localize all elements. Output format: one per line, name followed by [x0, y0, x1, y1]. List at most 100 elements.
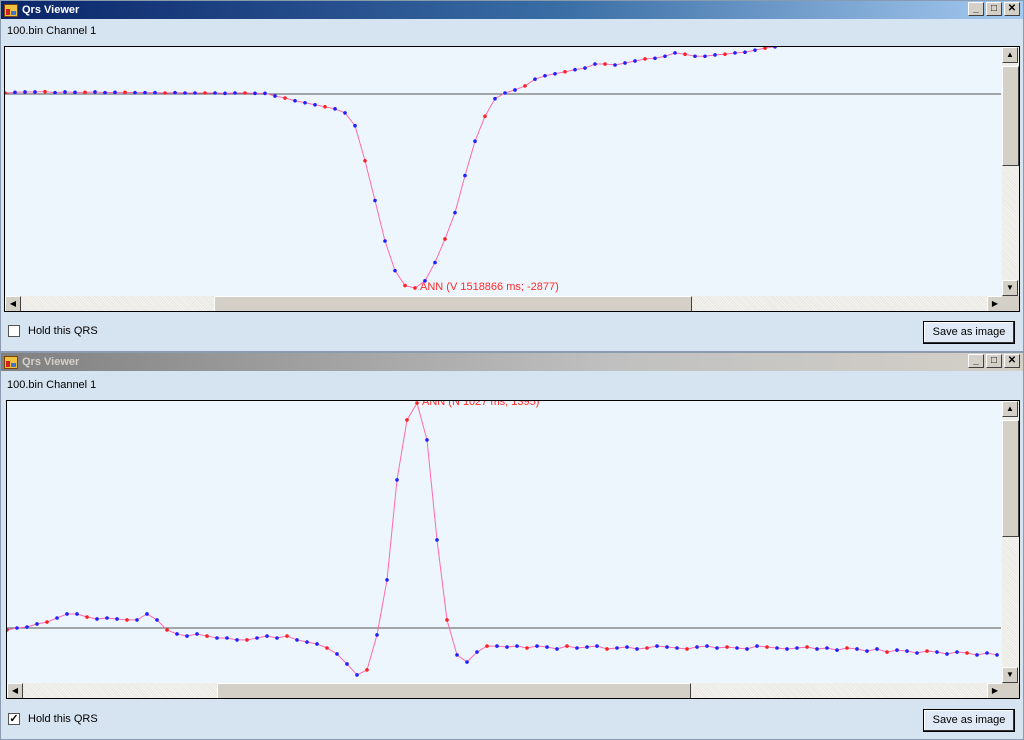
- horizontal-scrollbar[interactable]: ◀ ▶: [7, 683, 1003, 698]
- checkbox-box[interactable]: ✓: [8, 713, 20, 725]
- sample-point: [303, 100, 307, 105]
- sample-point: [13, 90, 17, 95]
- qrs-viewer-window-2: Qrs Viewer _ □ ✕ 100.bin Channel 1 ANN (…: [0, 352, 1024, 740]
- horizontal-scroll-thumb[interactable]: [214, 296, 692, 311]
- sample-point: [723, 52, 727, 57]
- sample-point: [523, 84, 527, 88]
- sample-point: [53, 90, 57, 95]
- sample-point: [143, 90, 147, 95]
- sample-point: [705, 644, 709, 648]
- scroll-right-button[interactable]: ▶: [987, 296, 1003, 311]
- sample-point: [235, 638, 239, 642]
- vertical-scroll-thumb[interactable]: [1002, 420, 1019, 537]
- file-channel-label: 100.bin Channel 1: [7, 25, 97, 37]
- horizontal-scroll-thumb[interactable]: [217, 683, 691, 698]
- sample-point: [333, 107, 337, 111]
- scroll-left-button[interactable]: ◀: [7, 683, 23, 698]
- sample-point: [553, 71, 557, 76]
- title-bar[interactable]: Qrs Viewer _ □ ✕: [1, 353, 1023, 371]
- sample-point: [743, 50, 747, 54]
- sample-point: [755, 644, 759, 648]
- scroll-down-button[interactable]: ▼: [1002, 667, 1018, 683]
- sample-point: [773, 47, 777, 49]
- sample-point: [245, 638, 249, 642]
- sample-point: [473, 139, 477, 144]
- scroll-up-button[interactable]: ▲: [1002, 401, 1018, 417]
- sample-point: [385, 578, 389, 582]
- minimize-button[interactable]: _: [968, 2, 984, 16]
- sample-point: [665, 645, 669, 649]
- horizontal-scrollbar[interactable]: ◀ ▶: [5, 296, 1003, 311]
- sample-point: [965, 651, 969, 655]
- sample-point: [593, 62, 597, 66]
- sample-point: [103, 90, 107, 95]
- sample-point: [603, 62, 607, 66]
- vertical-scroll-thumb[interactable]: [1002, 66, 1019, 166]
- sample-point: [725, 645, 729, 649]
- vertical-scrollbar[interactable]: ▲ ▼: [1002, 401, 1019, 683]
- sample-point: [335, 652, 339, 656]
- scroll-left-button[interactable]: ◀: [5, 296, 21, 311]
- sample-point: [525, 646, 529, 650]
- sample-point: [295, 638, 299, 642]
- sample-point: [685, 647, 689, 651]
- sample-point: [895, 648, 899, 652]
- sample-point: [35, 622, 39, 626]
- waveform-trace: [7, 401, 998, 676]
- sample-point: [443, 237, 447, 241]
- sample-point: [713, 53, 717, 57]
- annotation-label: ANN (N 1027 ms; 1395): [422, 400, 540, 408]
- sample-point: [265, 634, 269, 638]
- qrs-waveform-plot: [7, 401, 1001, 677]
- sample-point: [313, 102, 317, 107]
- sample-point: [493, 96, 497, 101]
- maximize-button[interactable]: □: [986, 2, 1002, 16]
- sample-point: [263, 91, 267, 96]
- close-button[interactable]: ✕: [1004, 2, 1020, 16]
- sample-point: [505, 645, 509, 649]
- sample-point: [95, 617, 99, 621]
- hold-qrs-checkbox[interactable]: ✓ Hold this QRS: [8, 713, 98, 725]
- checkbox-box[interactable]: [8, 325, 20, 337]
- sample-point: [203, 91, 207, 95]
- sample-point: [383, 239, 387, 243]
- sample-point: [55, 616, 59, 620]
- sample-point: [703, 54, 707, 59]
- sample-point: [283, 96, 287, 100]
- maximize-button[interactable]: □: [986, 354, 1002, 368]
- app-icon: [4, 355, 18, 369]
- sample-point: [63, 90, 67, 94]
- scroll-right-button[interactable]: ▶: [987, 683, 1003, 698]
- sample-point: [795, 646, 799, 650]
- sample-point: [595, 644, 599, 648]
- sample-point: [585, 645, 589, 649]
- close-button[interactable]: ✕: [1004, 354, 1020, 368]
- minimize-button[interactable]: _: [968, 354, 984, 368]
- sample-point: [315, 642, 319, 646]
- save-as-image-button[interactable]: Save as image: [923, 321, 1015, 344]
- sample-point: [503, 91, 507, 95]
- title-bar[interactable]: Qrs Viewer _ □ ✕: [1, 1, 1023, 19]
- save-as-image-button[interactable]: Save as image: [923, 709, 1015, 732]
- file-channel-label: 100.bin Channel 1: [7, 379, 97, 391]
- sample-point: [465, 660, 469, 664]
- scroll-down-button[interactable]: ▼: [1002, 280, 1018, 296]
- sample-point: [563, 69, 567, 74]
- sample-point: [565, 644, 569, 648]
- qrs-waveform-plot: [5, 47, 1001, 290]
- hold-qrs-checkbox[interactable]: Hold this QRS: [8, 325, 98, 337]
- sample-point: [145, 612, 149, 616]
- sample-point: [875, 647, 879, 651]
- window-title: Qrs Viewer: [22, 4, 80, 16]
- qrs-plot-panel: ANN (N 1027 ms; 1395) ▲ ▼ ◀ ▶: [6, 400, 1020, 699]
- scroll-up-button[interactable]: ▲: [1002, 47, 1018, 63]
- sample-point: [395, 478, 399, 482]
- window-title: Qrs Viewer: [22, 356, 80, 368]
- sample-point: [675, 646, 679, 650]
- sample-point: [653, 56, 657, 61]
- sample-point: [343, 111, 347, 115]
- sample-point: [945, 652, 949, 656]
- sample-point: [223, 91, 227, 96]
- vertical-scrollbar[interactable]: ▲ ▼: [1002, 47, 1019, 296]
- sample-point: [733, 51, 737, 55]
